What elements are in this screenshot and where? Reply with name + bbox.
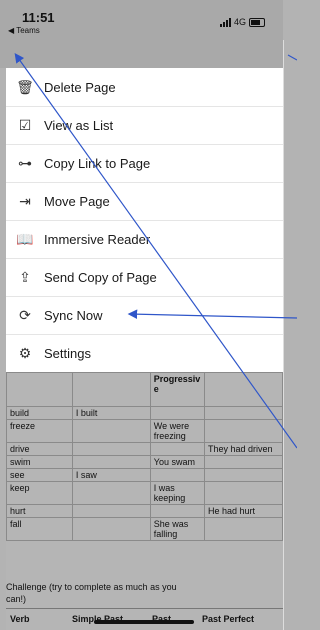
arrow-to-back: [14, 53, 297, 449]
annotation-arrows: [14, 53, 297, 449]
arrow-to-more-options: [287, 54, 297, 61]
arrow-to-sync-now: [127, 309, 297, 319]
